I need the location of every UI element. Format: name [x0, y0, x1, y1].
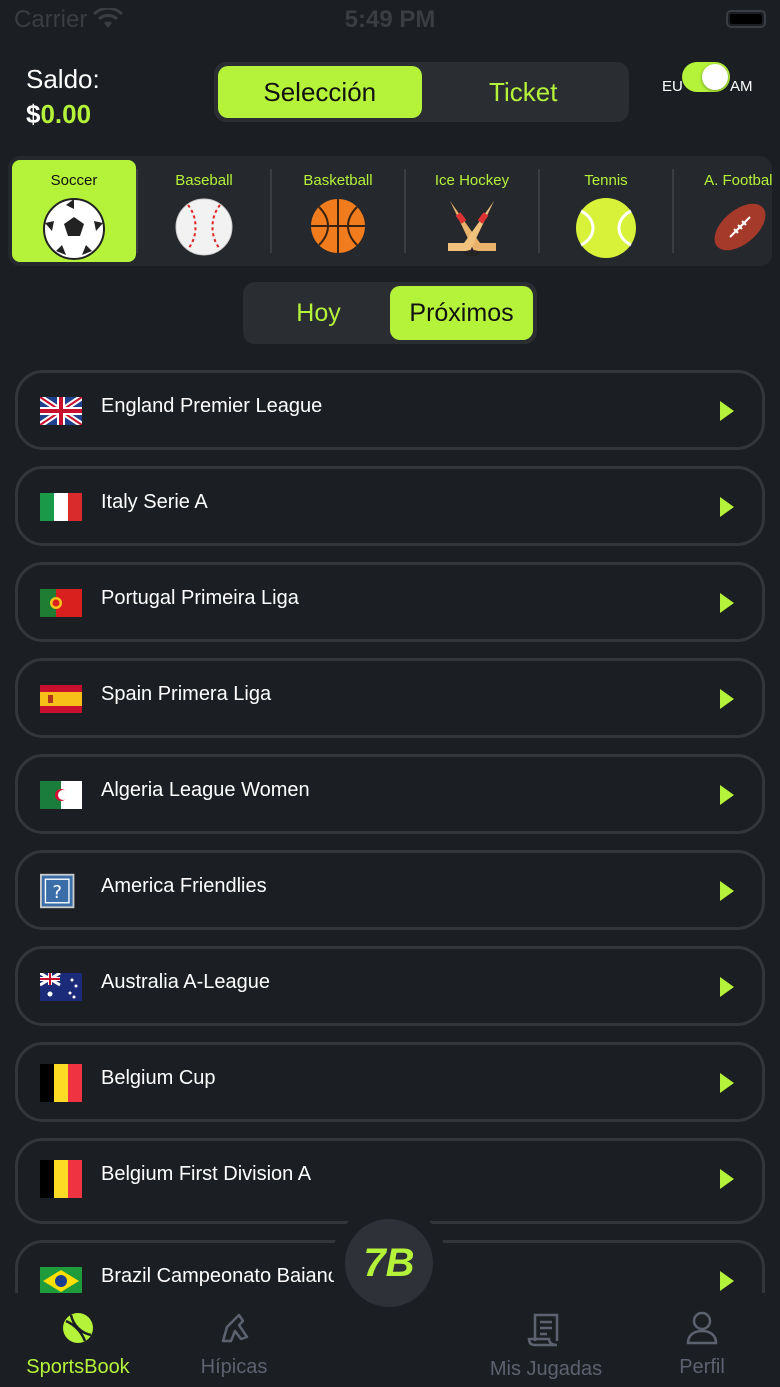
belgium-flag-icon	[40, 1160, 82, 1198]
league-row[interactable]: Italy Serie A	[15, 466, 765, 546]
league-row[interactable]: Spain Primera Liga	[15, 658, 765, 738]
chevron-right-icon	[720, 1073, 734, 1093]
baseball-icon	[175, 198, 233, 256]
nav-label: SportsBook	[26, 1356, 130, 1378]
league-name: England Premier League	[101, 395, 323, 417]
chevron-right-icon	[720, 785, 734, 805]
chevron-right-icon	[720, 1169, 734, 1189]
hockey-sticks-icon	[448, 201, 496, 256]
league-name: America Friendlies	[101, 875, 267, 897]
sport-label: Basketball	[303, 172, 373, 189]
tab-hoy[interactable]: Hoy	[247, 286, 390, 340]
league-row[interactable]: ? America Friendlies	[15, 850, 765, 930]
nav-label: Mis Jugadas	[489, 1358, 603, 1380]
logo-icon: 7B	[345, 1219, 433, 1307]
nav-hipicas[interactable]: Hípicas	[156, 1311, 312, 1379]
balance-block: Saldo: $0.00	[26, 64, 100, 130]
nav-label: Perfil	[679, 1356, 725, 1378]
sport-tennis[interactable]: Tennis	[540, 156, 672, 266]
sports-selector: Soccer Baseball Basketball Ice Hockey Te…	[8, 156, 772, 266]
nav-label: Hípicas	[200, 1356, 268, 1378]
chevron-right-icon	[720, 1271, 734, 1291]
balance-amount: 0.00	[40, 99, 92, 129]
league-row[interactable]: Portugal Primeira Liga	[15, 562, 765, 642]
toggle-label-eu: EU	[662, 78, 683, 95]
league-name: Belgium First Division A	[101, 1163, 312, 1185]
belgium-flag-icon	[40, 1064, 82, 1102]
sport-basketball[interactable]: Basketball	[272, 156, 404, 266]
nav-mis-jugadas[interactable]: Mis Jugadas	[468, 1311, 624, 1381]
brazil-flag-icon	[40, 1267, 82, 1295]
league-name: Italy Serie A	[101, 491, 208, 513]
sport-ice-hockey[interactable]: Ice Hockey	[406, 156, 538, 266]
balance-currency: $	[26, 99, 41, 129]
sportsbook-icon	[63, 1313, 93, 1343]
toggle-label-am: AM	[730, 78, 753, 95]
league-row[interactable]: Australia A-League	[15, 946, 765, 1026]
odds-format-toggle[interactable]	[682, 62, 730, 92]
chevron-right-icon	[720, 689, 734, 709]
uk-flag-icon	[40, 397, 82, 425]
sport-label: Soccer	[50, 172, 98, 189]
tab-proximos[interactable]: Próximos	[390, 286, 533, 340]
league-list: England Premier League Italy Serie A Por…	[15, 370, 765, 1295]
sport-baseball[interactable]: Baseball	[138, 156, 270, 266]
tennis-ball-icon	[576, 198, 636, 258]
sport-soccer[interactable]: Soccer	[12, 160, 136, 262]
chevron-right-icon	[720, 881, 734, 901]
sport-american-football[interactable]: A. Football	[674, 156, 772, 266]
date-tabs: Hoy Próximos	[243, 282, 537, 344]
sport-label: Ice Hockey	[434, 172, 510, 189]
soccer-ball-icon	[43, 198, 105, 260]
basketball-icon	[311, 199, 365, 253]
balance-value: $0.00	[26, 99, 100, 130]
logo-text: 7B	[363, 1240, 415, 1285]
unknown-flag-icon: ?	[40, 873, 75, 909]
league-name: Spain Primera Liga	[101, 683, 272, 705]
status-time: 5:49 PM	[344, 6, 436, 33]
chevron-right-icon	[720, 593, 734, 613]
nav-sportsbook[interactable]: SportsBook	[0, 1311, 156, 1379]
league-name: Belgium Cup	[101, 1067, 216, 1089]
chevron-right-icon	[720, 977, 734, 997]
sport-label: Tennis	[584, 172, 628, 189]
australia-flag-icon	[40, 973, 82, 1001]
tab-seleccion[interactable]: Selección	[218, 66, 422, 118]
league-name: Brazil Campeonato Baiano	[101, 1265, 339, 1287]
balance-label: Saldo:	[26, 64, 100, 94]
chevron-right-icon	[720, 401, 734, 421]
algeria-flag-icon	[40, 781, 82, 809]
user-icon	[686, 1311, 718, 1345]
tab-ticket[interactable]: Ticket	[422, 66, 626, 118]
league-name: Portugal Primeira Liga	[101, 587, 299, 609]
spain-flag-icon	[40, 685, 82, 713]
horse-racing-icon	[221, 1313, 249, 1343]
sport-label: Baseball	[175, 172, 233, 189]
league-row[interactable]: Belgium Cup	[15, 1042, 765, 1122]
toggle-knob	[702, 64, 728, 90]
american-football-icon	[714, 203, 766, 251]
nav-perfil[interactable]: Perfil	[624, 1311, 780, 1379]
svg-text:?: ?	[52, 882, 62, 903]
receipt-icon	[527, 1313, 559, 1347]
battery-icon	[726, 10, 766, 28]
odds-format-toggle-group: EU AM	[660, 62, 760, 102]
italy-flag-icon	[40, 493, 82, 521]
center-logo-button[interactable]: 7B	[331, 1205, 447, 1321]
selection-ticket-tabs: Selección Ticket	[214, 62, 629, 122]
sport-label: A. Football	[704, 172, 772, 189]
portugal-flag-icon	[40, 589, 82, 617]
league-row[interactable]: Algeria League Women	[15, 754, 765, 834]
league-name: Algeria League Women	[101, 779, 310, 801]
chevron-right-icon	[720, 497, 734, 517]
league-name: Australia A-League	[101, 971, 271, 993]
status-bar: Carrier 5:49 PM	[0, 0, 780, 40]
league-row[interactable]: England Premier League	[15, 370, 765, 450]
